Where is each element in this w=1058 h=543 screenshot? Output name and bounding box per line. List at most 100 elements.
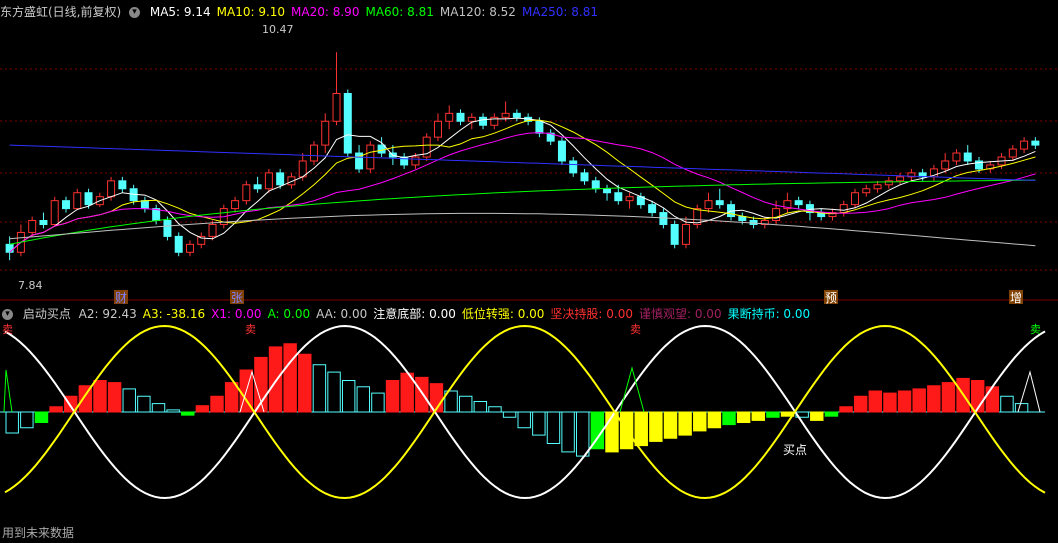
candle-body	[332, 92, 341, 122]
osc-bar	[766, 411, 780, 418]
candle-body	[253, 184, 262, 190]
osc-bar	[151, 403, 166, 413]
settings-dropdown-icon[interactable]: ▾	[129, 7, 141, 18]
candle-body	[772, 208, 781, 222]
ma-indicator-0: MA5: 9.14	[149, 5, 211, 19]
candle-body	[208, 223, 217, 237]
osc-bar	[897, 390, 912, 413]
candle-body	[411, 156, 420, 166]
ma-indicator-5: MA250: 8.81	[521, 5, 598, 19]
osc-bar	[853, 395, 868, 413]
sub-indicator-0: A2: 92.43	[78, 307, 137, 321]
sub-indicator-8: 谨慎观望: 0.00	[639, 307, 722, 321]
event-marker: 张	[231, 291, 243, 305]
candle-body	[343, 92, 352, 154]
candle-body	[321, 120, 330, 146]
candle-body	[50, 200, 59, 225]
sub-indicator-5: 注意底部: 0.00	[373, 307, 456, 321]
candle-body	[242, 184, 251, 202]
osc-bar	[839, 406, 853, 413]
candle-body	[445, 112, 454, 122]
sub-indicator-7: 坚决持股: 0.00	[550, 307, 633, 321]
osc-bar	[810, 411, 824, 421]
osc-bar	[941, 382, 956, 413]
candle-body	[535, 120, 544, 134]
candle-body	[28, 220, 37, 233]
sub-indicator-6: 低位转强: 0.00	[461, 307, 545, 321]
osc-bar	[298, 353, 312, 413]
osc-bar	[181, 411, 195, 416]
candle-body	[648, 204, 657, 214]
osc-bar	[561, 411, 575, 453]
price-low-label: 7.84	[18, 279, 43, 292]
osc-bar	[927, 385, 941, 413]
candle-body	[62, 200, 70, 210]
stock-chart-window: 10.47 7.84 财 张 预 增卖 卖 卖 卖买点 东方盛虹(日线,前复权) ▾ MA5: …	[0, 0, 1058, 543]
candle-body	[614, 192, 623, 202]
osc-bar	[663, 411, 678, 439]
osc-bar	[49, 406, 63, 413]
candle-body	[839, 204, 848, 214]
candle-body	[851, 192, 860, 206]
osc-bar	[312, 364, 327, 413]
candle-body	[580, 172, 589, 182]
sub-indicator-2: X1: 0.00	[211, 307, 262, 321]
candle-body	[738, 216, 747, 222]
ma-indicator-list: MA5: 9.14 MA10: 9.10 MA20: 8.90 MA60: 8.81 M…	[150, 5, 604, 19]
osc-bar	[883, 392, 897, 413]
osc-bar	[210, 395, 224, 413]
osc-bar	[327, 371, 341, 413]
candle-body	[118, 180, 127, 190]
osc-bar	[517, 411, 531, 429]
osc-bar	[224, 382, 239, 413]
osc-bar	[93, 380, 107, 413]
osc-bar	[532, 411, 546, 436]
osc-bar	[341, 380, 356, 413]
sell-marker: 卖	[2, 323, 13, 336]
osc-bar	[5, 411, 19, 434]
ma-indicator-3: MA60: 8.81	[365, 5, 434, 19]
ma250-line	[9, 144, 1036, 181]
indicator-title[interactable]: 启动买点	[23, 307, 71, 321]
candle-body	[681, 223, 690, 245]
candle-body	[84, 192, 93, 206]
osc-bar	[1000, 395, 1014, 413]
buy-point-label: 买点	[783, 443, 807, 457]
osc-bar	[824, 411, 839, 417]
osc-bar	[634, 411, 648, 447]
spike-white	[1017, 370, 1041, 413]
spike-green	[3, 369, 13, 413]
candle-body	[276, 172, 285, 186]
candle-body	[1020, 140, 1029, 150]
candle-body	[231, 200, 240, 210]
candle-body	[1008, 148, 1017, 158]
sell-marker: 卖	[1030, 323, 1041, 336]
candle-body	[952, 152, 961, 162]
osc-bar	[546, 411, 561, 444]
candle-body	[456, 112, 465, 122]
ma-indicator-2: MA20: 8.90	[291, 5, 360, 19]
stock-title[interactable]: 东方盛虹(日线,前复权)	[0, 5, 121, 19]
sub-settings-dropdown-icon[interactable]: ▾	[2, 309, 13, 320]
candle-body	[140, 200, 149, 210]
osc-bar	[283, 343, 297, 413]
candle-body	[794, 200, 803, 206]
osc-bar	[751, 411, 765, 421]
chart-canvas[interactable]: 10.47 7.84 财 张 预 增卖 卖 卖 卖买点	[0, 0, 1058, 543]
candle-body	[107, 180, 116, 198]
sell-marker: 卖	[245, 323, 256, 336]
osc-bar	[707, 411, 722, 429]
candle-body	[569, 160, 578, 174]
osc-bar	[693, 411, 707, 432]
sub-indicator-list: A2: 92.43 A3: -38.16 X1: 0.00 A: 0.00 AA: 0.…	[79, 307, 816, 321]
osc-bar	[502, 411, 517, 418]
event-marker: 预	[825, 291, 837, 305]
osc-bar	[34, 411, 49, 423]
osc-bar	[107, 382, 122, 413]
sub-header: ▾ 启动买点 A2: 92.43 A3: -38.16 X1: 0.00 A: 0.0…	[0, 306, 822, 322]
main-header: 东方盛虹(日线,前复权) ▾ MA5: 9.14 MA10: 9.10 MA20: …	[0, 4, 610, 20]
candle-body	[163, 220, 172, 237]
osc-bar	[722, 411, 736, 426]
osc-bar	[868, 390, 883, 413]
ma-indicator-1: MA10: 9.10	[216, 5, 286, 19]
